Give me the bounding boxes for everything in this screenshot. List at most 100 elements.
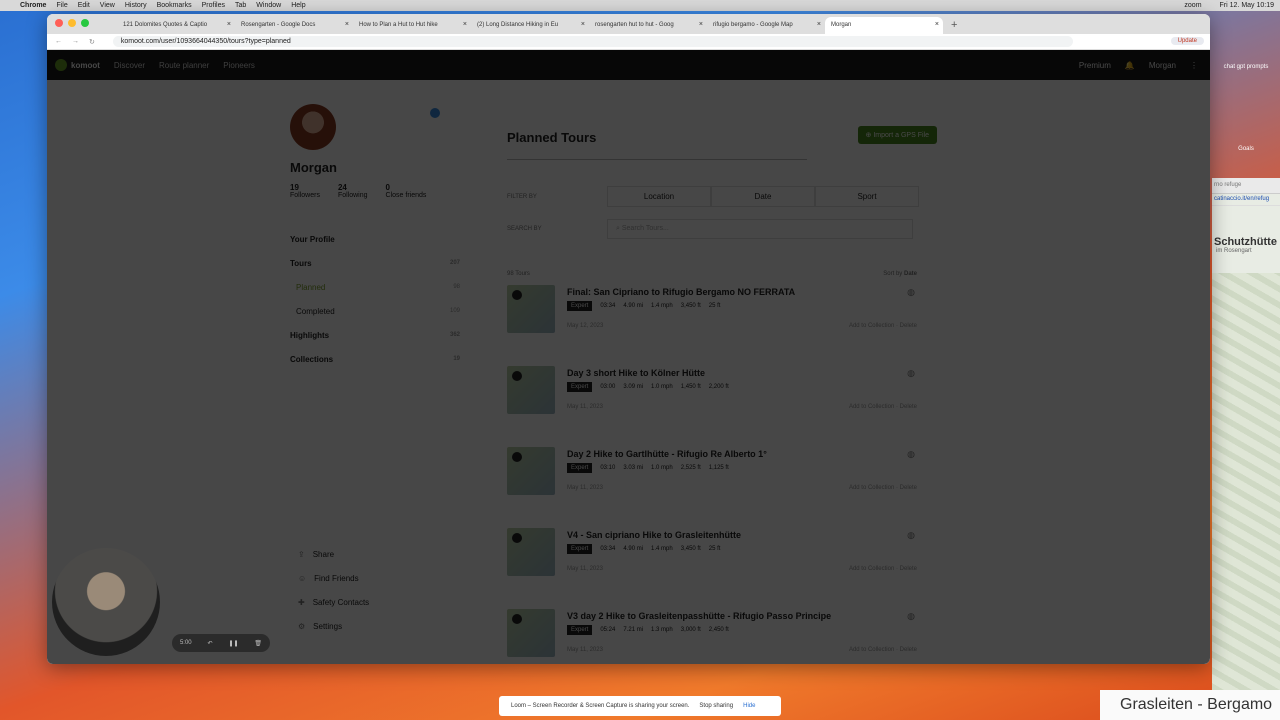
browser-tab[interactable]: 121 Dolomites Quotes & Captio × bbox=[117, 17, 235, 34]
delete-link[interactable]: Delete bbox=[900, 323, 917, 329]
globe-icon[interactable]: ◍ bbox=[907, 530, 915, 541]
sidebar-item-tours[interactable]: Tours 207 bbox=[290, 251, 460, 275]
menu-edit[interactable]: Edit bbox=[78, 2, 90, 9]
menu-window[interactable]: Window bbox=[256, 2, 281, 9]
globe-icon[interactable]: ◍ bbox=[907, 287, 915, 298]
menu-view[interactable]: View bbox=[100, 2, 115, 9]
tour-map-thumbnail[interactable] bbox=[507, 285, 555, 333]
sidebar-item-planned[interactable]: Planned 98 bbox=[290, 275, 460, 299]
tour-item[interactable]: V3 day 2 Hike to Grasleitenpasshütte - R… bbox=[507, 609, 917, 664]
menu-bookmarks[interactable]: Bookmarks bbox=[157, 2, 192, 9]
more-icon[interactable]: ⋮ bbox=[1190, 61, 1198, 70]
tour-map-thumbnail[interactable] bbox=[507, 447, 555, 495]
new-tab-icon[interactable]: + bbox=[943, 19, 965, 34]
browser-tab[interactable]: (2) Long Distance Hiking in Eu × bbox=[471, 17, 589, 34]
tour-title[interactable]: Day 2 Hike to Gartlhütte - Rifugio Re Al… bbox=[567, 449, 767, 459]
sidebar-item-collections[interactable]: Collections 19 bbox=[290, 347, 460, 371]
url-field[interactable]: komoot.com/user/1093664044350/tours?type… bbox=[112, 36, 1073, 47]
tour-map-thumbnail[interactable] bbox=[507, 528, 555, 576]
nav-discover[interactable]: Discover bbox=[114, 61, 145, 70]
nav-premium[interactable]: Premium bbox=[1079, 61, 1111, 70]
pause-icon[interactable]: ❚❚ bbox=[228, 640, 238, 647]
stat-followers[interactable]: 19 Followers bbox=[290, 183, 320, 199]
stop-sharing-button[interactable]: Stop sharing bbox=[699, 703, 733, 709]
tour-item[interactable]: V4 - San cipriano Hike to Grasleitenhütt… bbox=[507, 528, 917, 601]
update-button[interactable]: Update bbox=[1170, 37, 1204, 45]
map-tab[interactable]: rno refuge bbox=[1212, 178, 1280, 194]
bell-icon[interactable]: 🔔 bbox=[1125, 61, 1135, 70]
menu-profiles[interactable]: Profiles bbox=[202, 2, 225, 9]
zoom-indicator[interactable]: zoom bbox=[1184, 2, 1201, 9]
browser-tab[interactable]: How to Plan a Hut to Hut hike × bbox=[353, 17, 471, 34]
nav-user[interactable]: Morgan bbox=[1149, 61, 1176, 70]
tour-map-thumbnail[interactable] bbox=[507, 609, 555, 657]
tab-close-icon[interactable]: × bbox=[935, 21, 939, 28]
tab-close-icon[interactable]: × bbox=[699, 21, 703, 28]
stat-close-friends[interactable]: 0 Close friends bbox=[386, 183, 427, 199]
safety-contacts-link[interactable]: ✚ Safety Contacts bbox=[290, 590, 460, 614]
delete-link[interactable]: Delete bbox=[900, 566, 917, 572]
webcam-bubble[interactable] bbox=[52, 548, 160, 656]
stat-following[interactable]: 24 Following bbox=[338, 183, 368, 199]
sidebar-item-your-profile[interactable]: Your Profile bbox=[290, 227, 460, 251]
tour-item[interactable]: Final: San Cipriano to Rifugio Bergamo N… bbox=[507, 285, 917, 358]
add-to-collection-link[interactable]: Add to Collection bbox=[849, 485, 894, 491]
globe-icon[interactable]: ◍ bbox=[907, 368, 915, 379]
menu-tab[interactable]: Tab bbox=[235, 2, 246, 9]
avatar[interactable] bbox=[290, 104, 336, 150]
browser-tab-active[interactable]: Morgan × bbox=[825, 17, 943, 34]
trash-icon[interactable]: 🗑 bbox=[254, 640, 262, 647]
sort-control[interactable]: Sort by Date bbox=[883, 271, 917, 277]
desktop-file-chatgpt[interactable]: chat gpt prompts bbox=[1212, 64, 1280, 70]
add-to-collection-link[interactable]: Add to Collection bbox=[849, 566, 894, 572]
menu-app[interactable]: Chrome bbox=[20, 2, 46, 9]
delete-link[interactable]: Delete bbox=[900, 647, 917, 653]
tour-title[interactable]: Day 3 short Hike to Kölner Hütte bbox=[567, 368, 705, 378]
nav-route-planner[interactable]: Route planner bbox=[159, 61, 209, 70]
tab-close-icon[interactable]: × bbox=[463, 21, 467, 28]
tour-map-thumbnail[interactable] bbox=[507, 366, 555, 414]
tour-title[interactable]: Final: San Cipriano to Rifugio Bergamo N… bbox=[567, 287, 795, 297]
globe-icon[interactable]: ◍ bbox=[907, 611, 915, 622]
find-friends-link[interactable]: ☺ Find Friends bbox=[290, 566, 460, 590]
menu-history[interactable]: History bbox=[125, 2, 147, 9]
search-input[interactable]: ⌕ Search Tours... bbox=[607, 219, 913, 239]
nav-pioneers[interactable]: Pioneers bbox=[223, 61, 255, 70]
tour-title[interactable]: V4 - San cipriano Hike to Grasleitenhütt… bbox=[567, 530, 741, 540]
maximize-window-icon[interactable] bbox=[81, 19, 89, 27]
add-to-collection-link[interactable]: Add to Collection bbox=[849, 404, 894, 410]
close-window-icon[interactable] bbox=[55, 19, 63, 27]
undo-icon[interactable]: ↶ bbox=[208, 640, 213, 647]
hide-button[interactable]: Hide bbox=[743, 703, 755, 709]
desktop-folder-goals[interactable]: Goals bbox=[1212, 146, 1280, 152]
add-to-collection-link[interactable]: Add to Collection bbox=[849, 647, 894, 653]
globe-icon[interactable]: ◍ bbox=[907, 449, 915, 460]
map-url[interactable]: catinaccio.it/en/refug bbox=[1212, 194, 1280, 206]
tour-item[interactable]: Day 2 Hike to Gartlhütte - Rifugio Re Al… bbox=[507, 447, 917, 520]
tour-title[interactable]: V3 day 2 Hike to Grasleitenpasshütte - R… bbox=[567, 611, 831, 621]
tab-close-icon[interactable]: × bbox=[817, 21, 821, 28]
forward-icon[interactable]: → bbox=[72, 38, 79, 45]
back-icon[interactable]: ← bbox=[55, 38, 62, 45]
minimize-window-icon[interactable] bbox=[68, 19, 76, 27]
browser-tab[interactable]: rifugio bergamo - Google Map × bbox=[707, 17, 825, 34]
add-to-collection-link[interactable]: Add to Collection bbox=[849, 323, 894, 329]
tab-close-icon[interactable]: × bbox=[581, 21, 585, 28]
filter-date[interactable]: Date bbox=[711, 186, 815, 207]
delete-link[interactable]: Delete bbox=[900, 404, 917, 410]
tab-close-icon[interactable]: × bbox=[227, 21, 231, 28]
settings-link[interactable]: ⚙ Settings bbox=[290, 614, 460, 638]
map-terrain[interactable] bbox=[1212, 273, 1280, 690]
sidebar-item-highlights[interactable]: Highlights 362 bbox=[290, 323, 460, 347]
browser-tab[interactable]: Rosengarten - Google Docs × bbox=[235, 17, 353, 34]
delete-link[interactable]: Delete bbox=[900, 485, 917, 491]
filter-sport[interactable]: Sport bbox=[815, 186, 919, 207]
reload-icon[interactable]: ↻ bbox=[89, 38, 95, 46]
filter-location[interactable]: Location bbox=[607, 186, 711, 207]
menu-help[interactable]: Help bbox=[291, 2, 305, 9]
import-gps-button[interactable]: ⊕ Import a GPS File bbox=[857, 126, 937, 144]
komoot-logo[interactable]: komoot bbox=[55, 59, 100, 71]
menu-file[interactable]: File bbox=[56, 2, 67, 9]
sidebar-item-completed[interactable]: Completed 109 bbox=[290, 299, 460, 323]
tour-item[interactable]: Day 3 short Hike to Kölner Hütte Expert … bbox=[507, 366, 917, 439]
